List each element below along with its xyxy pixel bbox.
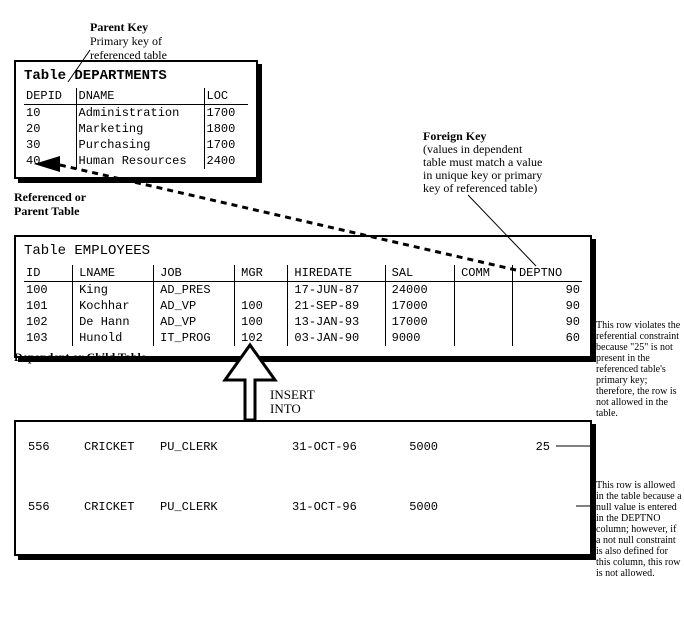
table-row: 10Administration1700 [24,105,248,122]
departments-title: Table DEPARTMENTS [24,68,248,84]
col-mgr: MGR [235,265,288,282]
insert-row-1: 556 CRICKET PU_CLERK 31-OCT-96 5000 25 [28,440,550,454]
table-row: 40Human Resources2400 [24,153,248,169]
col-job: JOB [154,265,235,282]
insert-row-2: 556 CRICKET PU_CLERK 31-OCT-96 5000 [28,500,550,514]
departments-grid: DEPID DNAME LOC 10Administration1700 20M… [24,88,248,169]
table-row: 102De HannAD_VP10013-JAN-931700090 [24,314,582,330]
table-row: 103HunoldIT_PROG10203-JAN-90900060 [24,330,582,346]
table-row: 20Marketing1800 [24,121,248,137]
col-sal: SAL [385,265,454,282]
col-hiredate: HIREDATE [288,265,385,282]
col-dname: DNAME [76,88,204,105]
col-deptno: DEPTNO [512,265,582,282]
employees-title: Table EMPLOYEES [24,243,582,259]
table-row: 30Purchasing1700 [24,137,248,153]
foreign-key-label: Foreign Key (values in dependent table m… [423,130,593,195]
referenced-parent-label: Referenced or Parent Table [14,190,86,218]
employees-table: Table EMPLOYEES ID LNAME JOB MGR HIREDAT… [14,235,592,358]
table-row: 101KochharAD_VP10021-SEP-891700090 [24,298,582,314]
note-violates: This row violates the referential constr… [596,320,682,419]
col-loc: LOC [204,88,248,105]
employees-grid: ID LNAME JOB MGR HIREDATE SAL COMM DEPTN… [24,265,582,346]
parent-key-label: Parent Key Primary key of referenced tab… [90,20,167,62]
col-id: ID [24,265,73,282]
dependent-child-label: Dependent or Child Table [14,350,146,365]
col-depid: DEPID [24,88,76,105]
table-row: 100KingAD_PRES17-JUN-872400090 [24,282,582,299]
col-lname: LNAME [73,265,154,282]
col-comm: COMM [455,265,513,282]
note-allowed: This row is allowed in the table because… [596,480,682,579]
insert-into-label: INSERT INTO [270,388,315,416]
departments-table: Table DEPARTMENTS DEPID DNAME LOC 10Admi… [14,60,258,179]
